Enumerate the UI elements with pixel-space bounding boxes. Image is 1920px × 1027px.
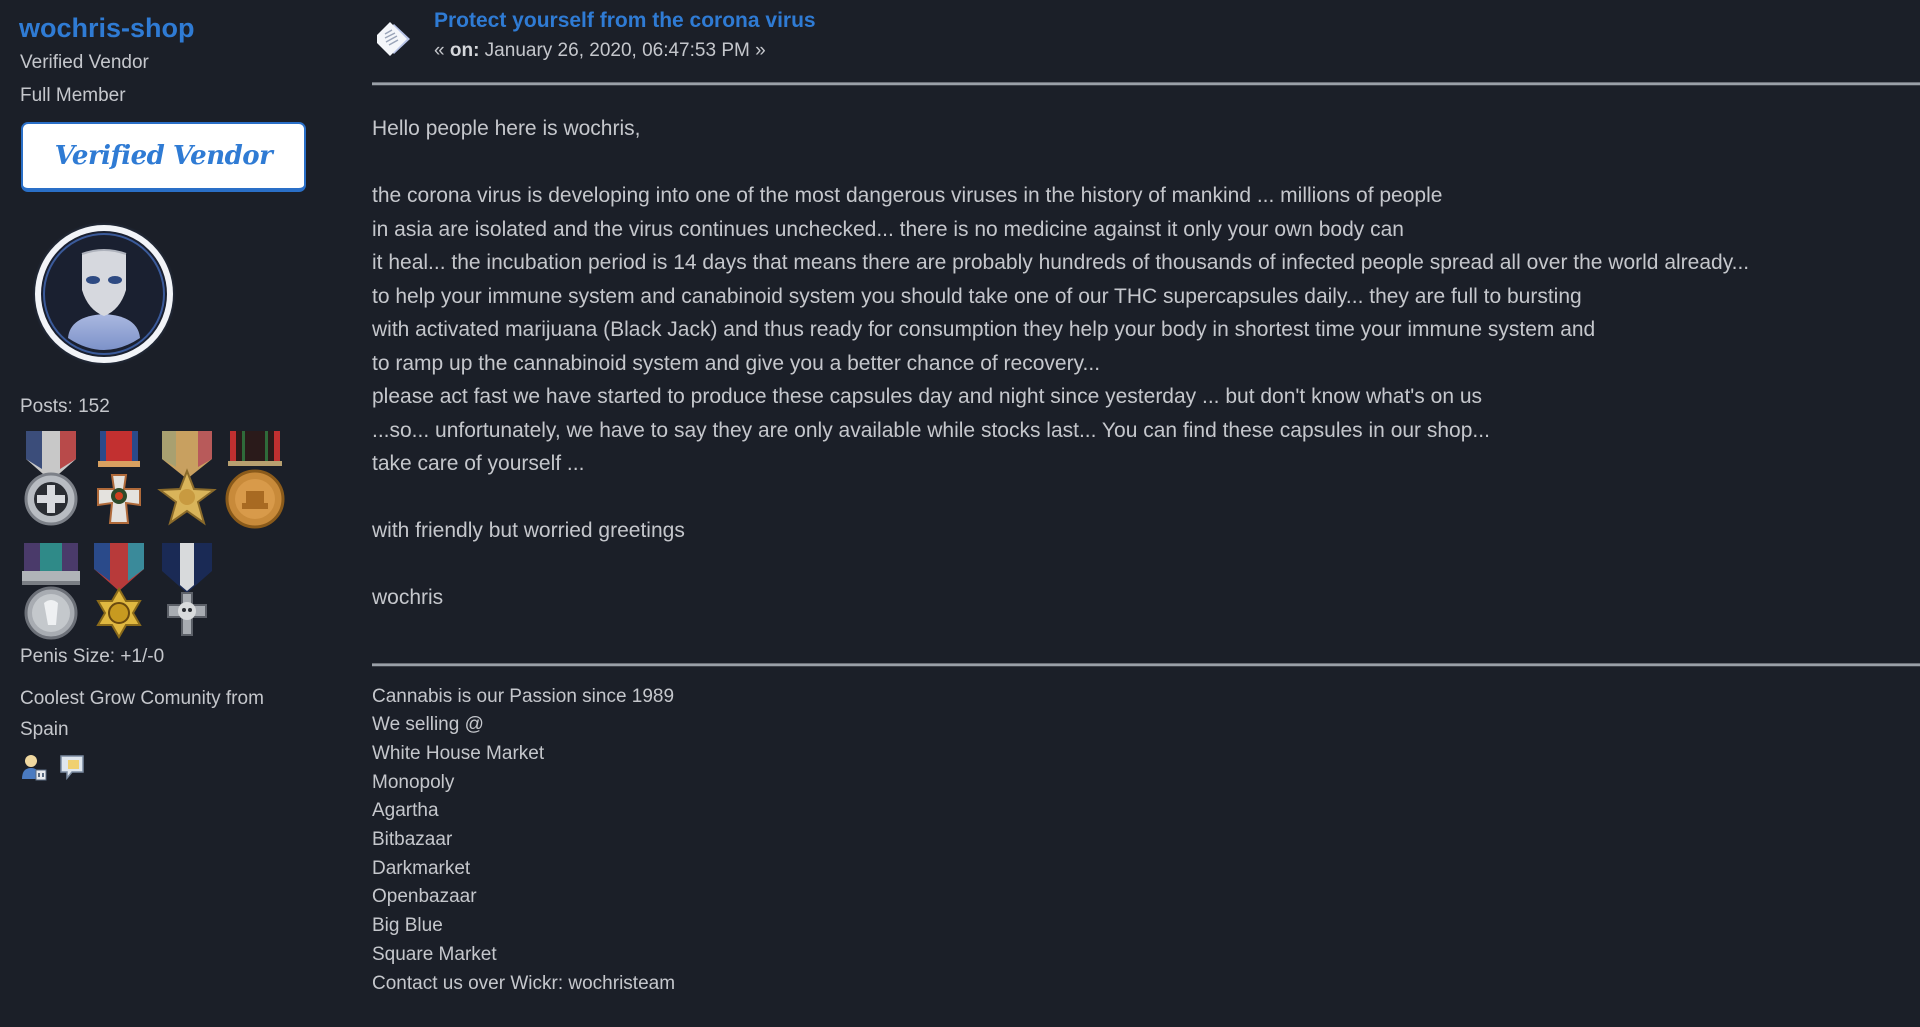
post-body-line: in asia are isolated and the virus conti… — [372, 217, 1404, 241]
post-body-line: it heal... the incubation period is 14 d… — [372, 251, 1750, 274]
poster-title: Verified Vendor — [20, 52, 149, 73]
signature: Cannabis is our Passion since 1989 We sel… — [372, 667, 1920, 999]
poster-name-link[interactable]: wochris-shop — [19, 10, 320, 46]
post-body-line: ...so... unfortunately, we have to say t… — [372, 418, 1490, 442]
post-body: Hello people here is wochris, the corona … — [372, 86, 1920, 615]
post-header: Protect yourself from the corona virus «… — [372, 0, 1920, 82]
post-date-value: January 26, 2020, 06:47:53 PM » — [479, 40, 766, 61]
medal-list — [20, 429, 320, 641]
post-subject-link[interactable]: Protect yourself from the corona virus — [434, 9, 816, 33]
signature-line: We selling @ — [372, 714, 484, 736]
karma-value: Penis Size: +1/-0 — [20, 646, 165, 667]
post-body-line: take care of yourself ... — [372, 452, 585, 475]
post-body-line: with activated marijuana (Black Jack) an… — [372, 318, 1596, 341]
medal-silver-bar-icon — [22, 543, 80, 640]
verified-vendor-badge: Verified Vendor — [21, 122, 306, 192]
post-count: Posts: 152 — [20, 396, 110, 417]
medal-tricolor-cross-icon — [24, 431, 78, 526]
medal-gold-star-icon — [157, 431, 217, 526]
signature-line: Contact us over Wickr: wochristeam — [372, 972, 676, 994]
topic-post-icon — [377, 22, 410, 56]
poster-info: wochris-shop Verified Vendor Full Member… — [19, 10, 320, 781]
post-body-line: to help your immune system and canabinoi… — [372, 284, 1582, 308]
medal-silver-skull-cross-icon — [162, 543, 212, 636]
medal-red-cross-icon — [97, 431, 141, 524]
signature-line: Cannabis is our Passion since 1989 — [372, 685, 675, 707]
post-date-on-label: on: — [449, 40, 480, 61]
signature-line: Square Market — [372, 943, 497, 965]
signature-line: Darkmarket — [372, 857, 471, 879]
poster-rank: Full Member — [20, 85, 126, 106]
medal-gold-hexstar-icon — [94, 543, 144, 639]
signature-line: Monopoly — [372, 771, 455, 793]
personal-message-icon[interactable] — [58, 753, 86, 781]
medal-bronze-round-icon — [225, 431, 285, 529]
post-body-line: wochris — [372, 586, 444, 609]
post-body-line: please act fast we have started to produ… — [372, 385, 1483, 408]
signature-line: Big Blue — [372, 915, 443, 937]
profile-icon[interactable] — [20, 753, 48, 781]
post-body-line: with friendly but worried greetings — [372, 519, 685, 542]
signature-line: White House Market — [372, 742, 545, 764]
post-date-prefix: « — [434, 40, 450, 61]
post-date: « on: January 26, 2020, 06:47:53 PM » — [434, 40, 766, 62]
profile-icons — [20, 753, 320, 781]
post-body-line: Hello people here is wochris, — [372, 117, 641, 140]
post-body-line: the corona virus is developing into one … — [372, 184, 1443, 207]
post: Protect yourself from the corona virus «… — [372, 0, 1920, 998]
personal-text: Coolest Grow Comunity from Spain — [20, 688, 264, 740]
signature-line: Bitbazaar — [372, 829, 453, 851]
post-body-line: to ramp up the cannabinoid system and gi… — [372, 351, 1101, 375]
alien-avatar-icon[interactable] — [30, 220, 178, 368]
signature-line: Agartha — [372, 800, 439, 822]
signature-line: Openbazaar — [372, 886, 477, 908]
